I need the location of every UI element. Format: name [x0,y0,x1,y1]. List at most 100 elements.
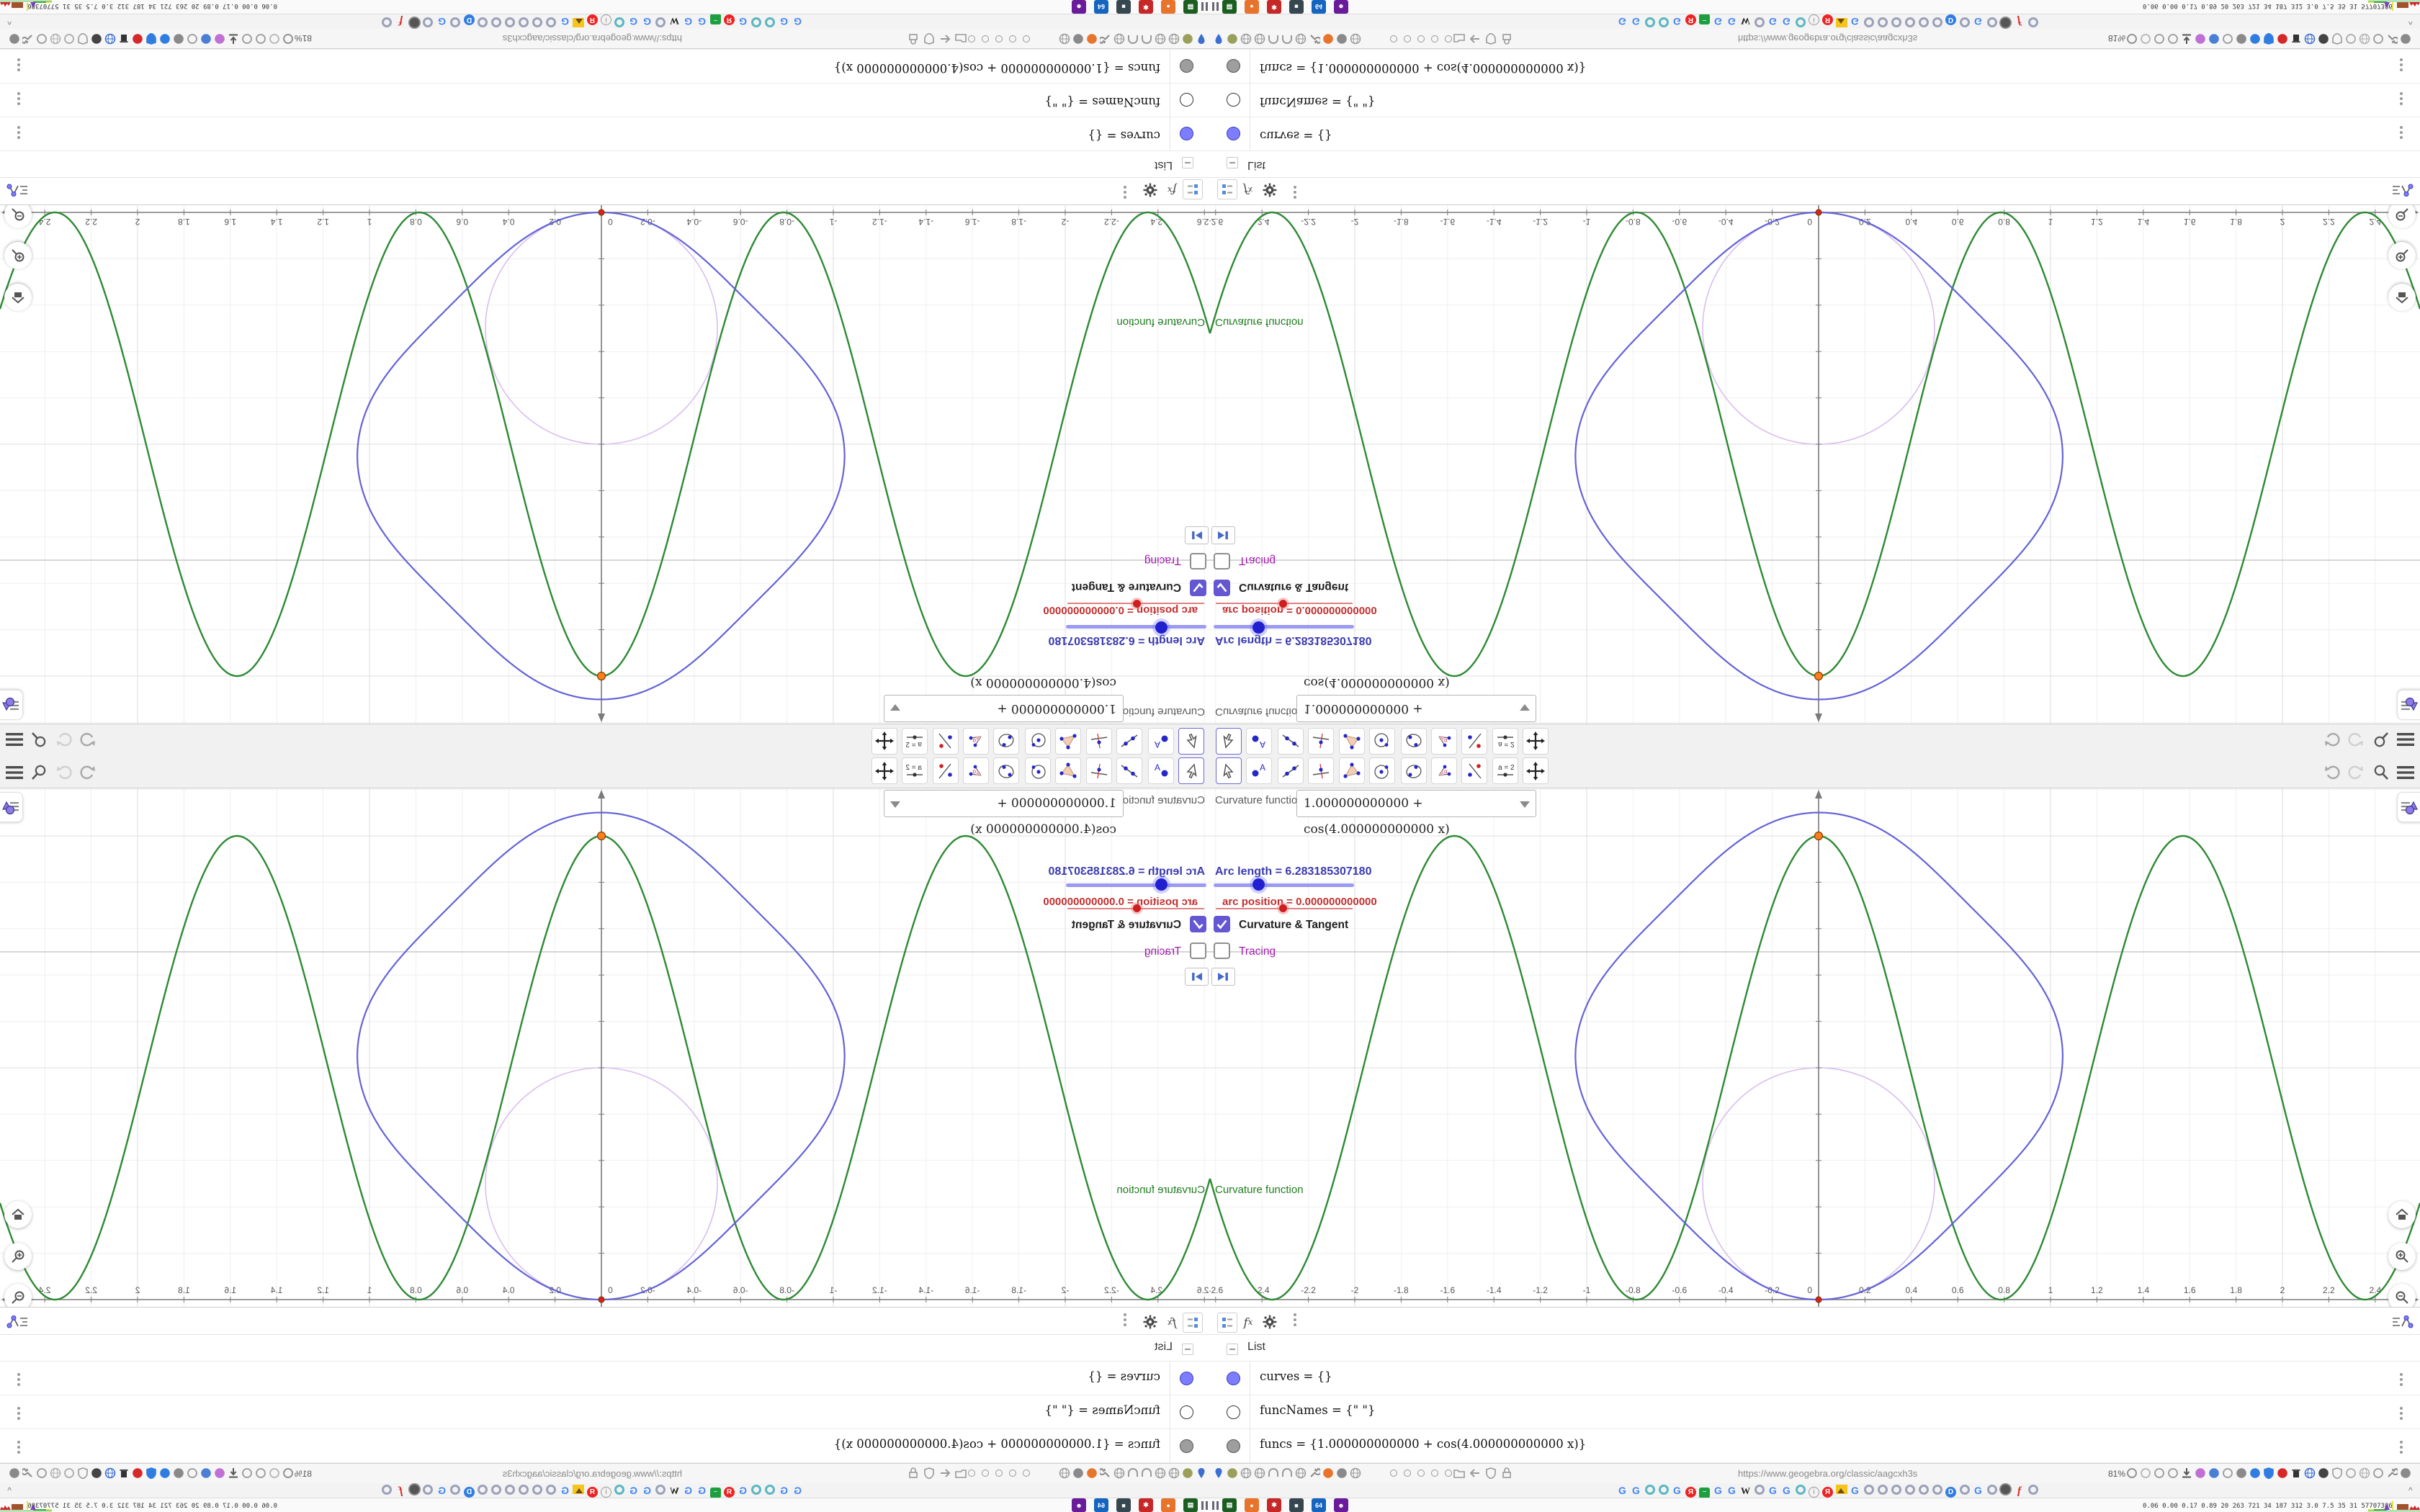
favicon-knot-teal[interactable] [614,1485,626,1497]
star-icon[interactable] [269,1467,280,1479]
tool-button-circle[interactable] [1025,757,1051,784]
visibility-dot-filled[interactable] [1227,127,1240,140]
arc-length-slider-track[interactable] [1066,883,1206,887]
favicon-knot-gray[interactable] [1904,15,1916,27]
zero-icon[interactable] [2222,1467,2233,1479]
tool-button-reflect-about-line[interactable] [933,728,959,755]
favicon-google[interactable]: G [1849,15,1861,27]
visibility-dot-gray[interactable] [1227,1439,1240,1453]
favicon-info[interactable]: i [600,1485,612,1498]
shield-icon[interactable] [1485,1467,1497,1479]
algebra-row-funcs[interactable]: funcs = {1.000000000000 + cos(4.00000000… [1210,49,2420,83]
favicon-knot-teal[interactable] [750,1485,763,1497]
taskbar-icon-gear-red[interactable]: ✱ [1139,0,1153,14]
url-text[interactable]: https://www.geogebra.org/classic/aagcxh3… [1738,33,1917,44]
globe-gray-icon[interactable] [50,1467,61,1479]
ring-icon[interactable] [1023,1470,1030,1477]
zero-icon[interactable] [187,33,198,45]
favicon-yandex[interactable]: Я [1685,1485,1697,1498]
pin-icon[interactable] [1196,33,1207,45]
tool-button-ellipse[interactable] [993,757,1019,784]
favicon-knot-gray[interactable] [490,1485,503,1497]
lock-icon[interactable] [908,1467,919,1479]
gear-icon[interactable] [1336,1467,1348,1479]
translate-icon[interactable] [2126,1467,2138,1479]
shield-blue-icon[interactable] [2263,33,2275,45]
trash-icon[interactable] [118,33,130,45]
favicon-knot-teal[interactable] [1657,1485,1670,1497]
zero-icon[interactable] [2222,33,2233,45]
add-blue-icon[interactable] [159,1467,171,1479]
favicon-knot-gray[interactable] [1917,15,1930,27]
ring-icon[interactable] [1023,35,1030,42]
refresh-icon[interactable] [2167,33,2179,45]
arc position point[interactable] [598,209,605,216]
favicon-knot-gray[interactable] [1904,1485,1916,1497]
algebra-sort-button[interactable] [2390,181,2416,199]
wrench-icon[interactable] [1309,1467,1320,1479]
wrench-icon[interactable] [22,1467,34,1479]
headset-icon[interactable] [1127,1467,1139,1479]
ring-icon[interactable] [995,1470,1003,1477]
graphics-stylebar-button[interactable] [0,690,23,720]
gear-icon[interactable] [1072,33,1084,45]
favicon-knot-gray[interactable] [655,1485,667,1497]
zoom-in-button[interactable] [2388,1243,2416,1270]
lock-icon[interactable] [908,33,919,45]
tracing-checkbox[interactable] [1190,942,1206,959]
favicon-knot-gray[interactable] [449,15,462,27]
favicon-knot-gray[interactable] [518,1485,530,1497]
menu-button[interactable] [4,762,24,783]
favicon-knot-gray[interactable] [2027,15,2039,27]
favicon-knot-teal[interactable] [1794,15,1806,27]
curvature value point[interactable] [596,831,606,841]
skip-forward-button[interactable] [1211,968,1235,986]
fx-button[interactable]: fx [1162,181,1181,199]
curvature value point[interactable] [596,671,606,681]
favicon-knot-gray[interactable] [477,1485,489,1497]
taskbar-icon-ghost-purple[interactable]: ☻ [1334,0,1348,14]
ring-icon[interactable] [63,33,75,45]
tool-button-reflect-about-line[interactable] [1461,728,1487,755]
folder-icon[interactable] [955,1467,967,1479]
pin-icon[interactable] [1213,33,1224,45]
tool-button-ellipse[interactable] [1401,728,1427,755]
undo-button[interactable] [77,762,97,783]
favicon-image[interactable] [573,15,585,27]
ring-icon[interactable] [968,35,975,42]
search-button[interactable] [29,729,49,750]
favicon-google[interactable]: G [682,1485,694,1497]
tool-button-angle[interactable]: α [1431,757,1457,784]
skip-forward-button[interactable] [1185,526,1209,544]
search-button[interactable] [2371,729,2391,750]
headset-icon[interactable] [1268,1467,1279,1479]
kebab-menu-icon[interactable] [2400,92,2403,105]
visibility-dot-hollow[interactable] [1180,1405,1193,1419]
favicon-yandex[interactable]: Я [1821,1485,1834,1498]
favicon-google[interactable]: G [1767,1485,1779,1497]
favicon-google[interactable]: G [1712,15,1724,27]
arc position point[interactable] [598,1296,605,1303]
tool-button-line[interactable] [1278,728,1304,755]
algebra-row-funcnames[interactable]: funcNames = {" "} [1210,83,2420,117]
tool-button-perpendicular-line[interactable] [1308,728,1334,755]
pencil-icon[interactable] [214,1467,225,1479]
star-icon[interactable] [2140,33,2151,45]
favicon-knot-gray[interactable] [422,15,434,27]
add-blue-icon[interactable] [2249,33,2261,45]
taskbar-icon-ghost-purple[interactable]: ☻ [1072,1498,1086,1512]
favicon-knot-gray[interactable] [490,15,503,27]
zoom-in-button[interactable] [4,242,32,269]
taskbar-icon-monitor[interactable]: ■ [1289,0,1304,14]
ring-icon[interactable] [1431,35,1438,42]
graphics-stylebar-button[interactable] [2397,690,2420,720]
settings-button[interactable] [1260,1313,1279,1331]
overflow-chevron[interactable]: ^ [2408,1485,2413,1495]
visibility-dot-hollow[interactable] [1227,1405,1240,1419]
url-text[interactable]: https://www.geogebra.org/classic/aagcxh3… [1738,1468,1917,1479]
favicon-gear-dark[interactable] [408,1485,421,1497]
tool-button-point[interactable]: A [1148,728,1174,755]
favicon-disk-blue[interactable]: D [463,1485,475,1498]
thumb-icon[interactable] [36,33,48,45]
trash-icon[interactable] [118,1467,130,1479]
